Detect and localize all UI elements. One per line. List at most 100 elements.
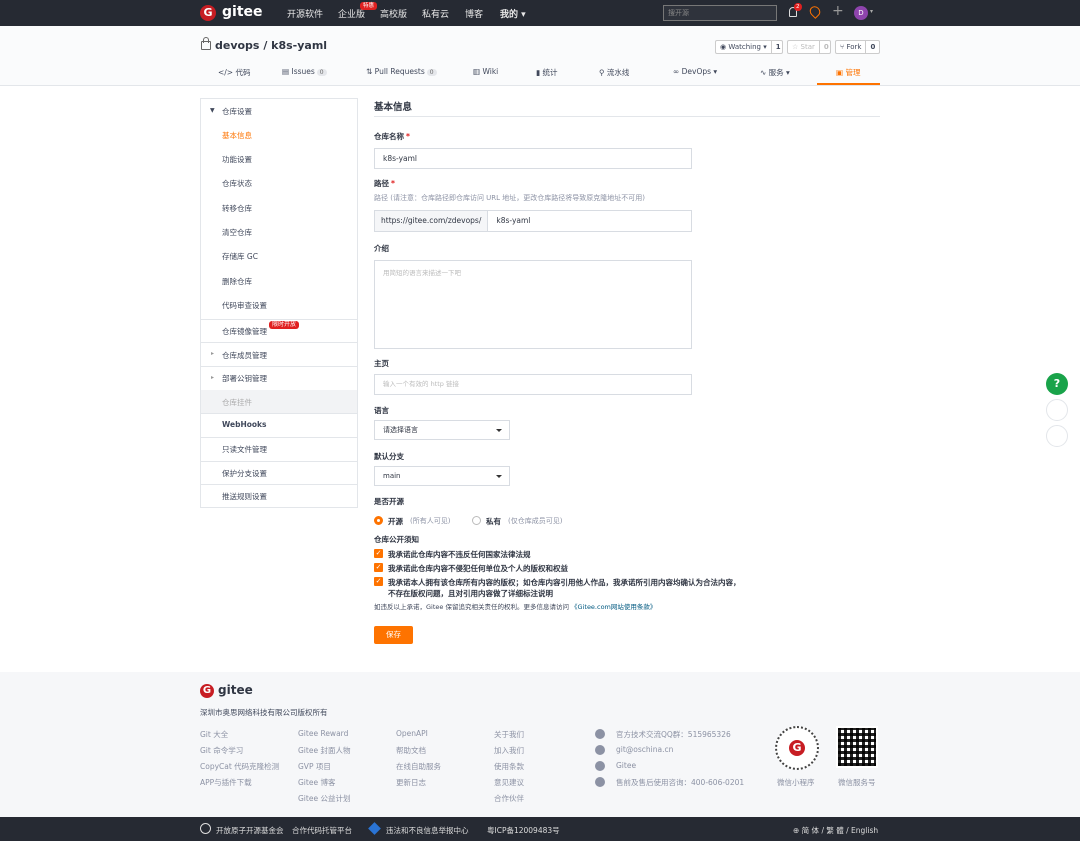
sidebar-item-deploy-keys[interactable]: 部署公钥管理 (222, 373, 267, 384)
nav-blog[interactable]: 博客 (465, 7, 483, 20)
sidebar-item-features[interactable]: 功能设置 (222, 154, 252, 165)
footer-link[interactable]: 意见建议 (494, 777, 524, 788)
tab-pipeline[interactable]: ⚲ 流水线 (599, 67, 629, 78)
nav-mine[interactable]: 我的 ▾ (500, 7, 526, 20)
repo-name-input[interactable]: k8s-yaml (374, 148, 692, 169)
foundation-link[interactable]: 开放原子开源基金会 (216, 825, 284, 836)
footer-link[interactable]: 合作伙伴 (494, 793, 524, 804)
fork-button[interactable]: ⑂ Fork 0 (835, 40, 880, 54)
notify-count-badge: 2 (794, 3, 802, 11)
tab-manage[interactable]: ▣ 管理 (836, 67, 860, 78)
homepage-input[interactable]: 输入一个有效的 http 链接 (374, 374, 692, 395)
language-select[interactable]: 请选择语言 (374, 420, 510, 440)
sidebar-item-push-rules[interactable]: 推送规则设置 (222, 491, 267, 502)
radio-open[interactable] (374, 516, 383, 525)
sidebar-item-mirror[interactable]: 仓库镜像管理 (222, 326, 267, 337)
checkbox-1-label[interactable]: 我承诺此仓库内容不违反任何国家法律法规 (388, 549, 531, 560)
save-button[interactable]: 保存 (374, 626, 413, 644)
footer-link[interactable]: Gitee 博客 (298, 777, 335, 788)
tab-services[interactable]: ∿ 服务 ▾ (760, 67, 790, 78)
footer-link[interactable]: 关于我们 (494, 729, 524, 740)
tab-code[interactable]: </> 代码 (218, 67, 250, 78)
checkbox-3-label[interactable]: 我承诺本人拥有该仓库所有内容的版权；如仓库内容引用他人作品，我承诺所引用内容均确… (388, 577, 741, 588)
tab-devops[interactable]: ∞ DevOps ▾ (673, 67, 717, 76)
footer-link[interactable]: Git 大全 (200, 729, 228, 740)
sidebar-item-code-review[interactable]: 代码审查设置 (222, 300, 267, 311)
openatom-icon (200, 823, 211, 834)
avatar[interactable]: D (854, 6, 868, 20)
help-button[interactable]: ? (1046, 373, 1068, 395)
location-icon[interactable] (807, 4, 823, 19)
sidebar-item-basic-info[interactable]: 基本信息 (222, 130, 252, 141)
mirror-badge: 限时开放 (269, 321, 300, 329)
brand-name[interactable]: gitee (222, 4, 263, 20)
footer-link[interactable]: Gitee Reward (298, 729, 348, 738)
chevron-down-icon[interactable]: ▾ (870, 8, 873, 15)
language-switch[interactable]: ⊕ 简 体 / 繁 體 / English (793, 825, 878, 836)
footer-link[interactable]: 加入我们 (494, 745, 524, 756)
divider (201, 366, 357, 367)
fork-count: 0 (865, 41, 879, 53)
language-label: 语言 (374, 406, 389, 415)
radio-open-label[interactable]: 开源 (388, 516, 403, 527)
tab-stats[interactable]: ▮ 统计 (536, 67, 558, 78)
edit-feedback-icon[interactable] (1046, 399, 1068, 421)
tab-pull-requests[interactable]: ⇅ Pull Requests 0 (366, 67, 437, 76)
branch-select[interactable]: main (374, 466, 510, 486)
wechat-service-qr (836, 726, 878, 768)
footer-link[interactable]: OpenAPI (396, 729, 428, 738)
footer-link[interactable]: 在线自助服务 (396, 761, 441, 772)
sidebar-item-readonly[interactable]: 只读文件管理 (222, 444, 267, 455)
footer-link[interactable]: APP与插件下载 (200, 777, 252, 788)
footer-link[interactable]: GVP 项目 (298, 761, 331, 772)
plus-icon[interactable]: + (832, 3, 844, 19)
footer-link[interactable]: Git 命令学习 (200, 745, 243, 756)
terms-link[interactable]: 《Gitee.com网站使用条款》 (571, 603, 656, 611)
nav-open-source[interactable]: 开源软件 (287, 7, 323, 20)
search-input[interactable]: 搜开源 (663, 5, 777, 21)
radio-private-label[interactable]: 私有 (486, 516, 501, 527)
sidebar-item-clear[interactable]: 清空仓库 (222, 227, 252, 238)
path-prefix: https://gitee.com/zdevops/ (375, 211, 489, 231)
intro-textarea[interactable]: 用简短的语言来描述一下吧 (374, 260, 692, 349)
nav-education[interactable]: 高校版 (380, 7, 407, 20)
radio-open-hint: (所有人可见) (410, 517, 451, 525)
sidebar-item-members[interactable]: 仓库成员管理 (222, 350, 267, 361)
chat-icon[interactable] (1046, 425, 1068, 447)
sidebar-item-transfer[interactable]: 转移仓库 (222, 203, 252, 214)
checkbox-2[interactable]: ✓ (374, 563, 383, 572)
checkbox-3-label-cont: 不存在版权问题，且对引用内容做了详细标注说明 (388, 589, 553, 598)
sidebar-item-status[interactable]: 仓库状态 (222, 178, 252, 189)
tab-wiki[interactable]: ▥ Wiki (473, 67, 498, 76)
checkbox-3[interactable]: ✓ (374, 577, 383, 586)
footer-link[interactable]: Gitee 公益计划 (298, 793, 350, 804)
icp-link[interactable]: 粤ICP备12009483号 (487, 825, 560, 836)
footer-link[interactable]: 帮助文档 (396, 745, 426, 756)
star-count: 0 (818, 41, 830, 53)
gitee-logo-icon[interactable]: G (200, 5, 216, 21)
repo-title[interactable]: devops / k8s-yaml (215, 39, 327, 52)
footer-link[interactable]: Gitee 封面人物 (298, 745, 350, 756)
contact-qq: 官方技术交流QQ群：515965326 (616, 730, 731, 739)
path-input[interactable]: k8s-yaml (488, 211, 530, 231)
contact-gitee[interactable]: Gitee (616, 761, 636, 770)
radio-private[interactable] (472, 516, 481, 525)
sidebar-item-protect-branch[interactable]: 保护分支设置 (222, 468, 267, 479)
qq-icon (595, 729, 605, 739)
sidebar-item-webhooks[interactable]: WebHooks (222, 420, 267, 429)
watch-button[interactable]: ◉ Watching ▾ 1 (715, 40, 783, 54)
footer-link[interactable]: 使用条款 (494, 761, 524, 772)
nav-private-cloud[interactable]: 私有云 (422, 7, 449, 20)
caret-right-icon: ▸ (211, 374, 215, 381)
footer-link[interactable]: 更新日志 (396, 777, 426, 788)
sidebar-item-delete[interactable]: 删除仓库 (222, 276, 252, 287)
sidebar-item-gc[interactable]: 存储库 GC (222, 251, 258, 262)
star-button[interactable]: ☆ Star 0 (787, 40, 831, 54)
tab-issues[interactable]: ▤ Issues 0 (282, 67, 327, 76)
footer-link[interactable]: CopyCat 代码克隆检测 (200, 761, 279, 772)
sidebar-group-title[interactable]: 仓库设置 (222, 106, 252, 117)
checkbox-1[interactable]: ✓ (374, 549, 383, 558)
checkbox-2-label[interactable]: 我承诺此仓库内容不侵犯任何单位及个人的版权和权益 (388, 563, 568, 574)
contact-email[interactable]: git@oschina.cn (616, 745, 673, 754)
report-link[interactable]: 违法和不良信息举报中心 (386, 825, 469, 836)
